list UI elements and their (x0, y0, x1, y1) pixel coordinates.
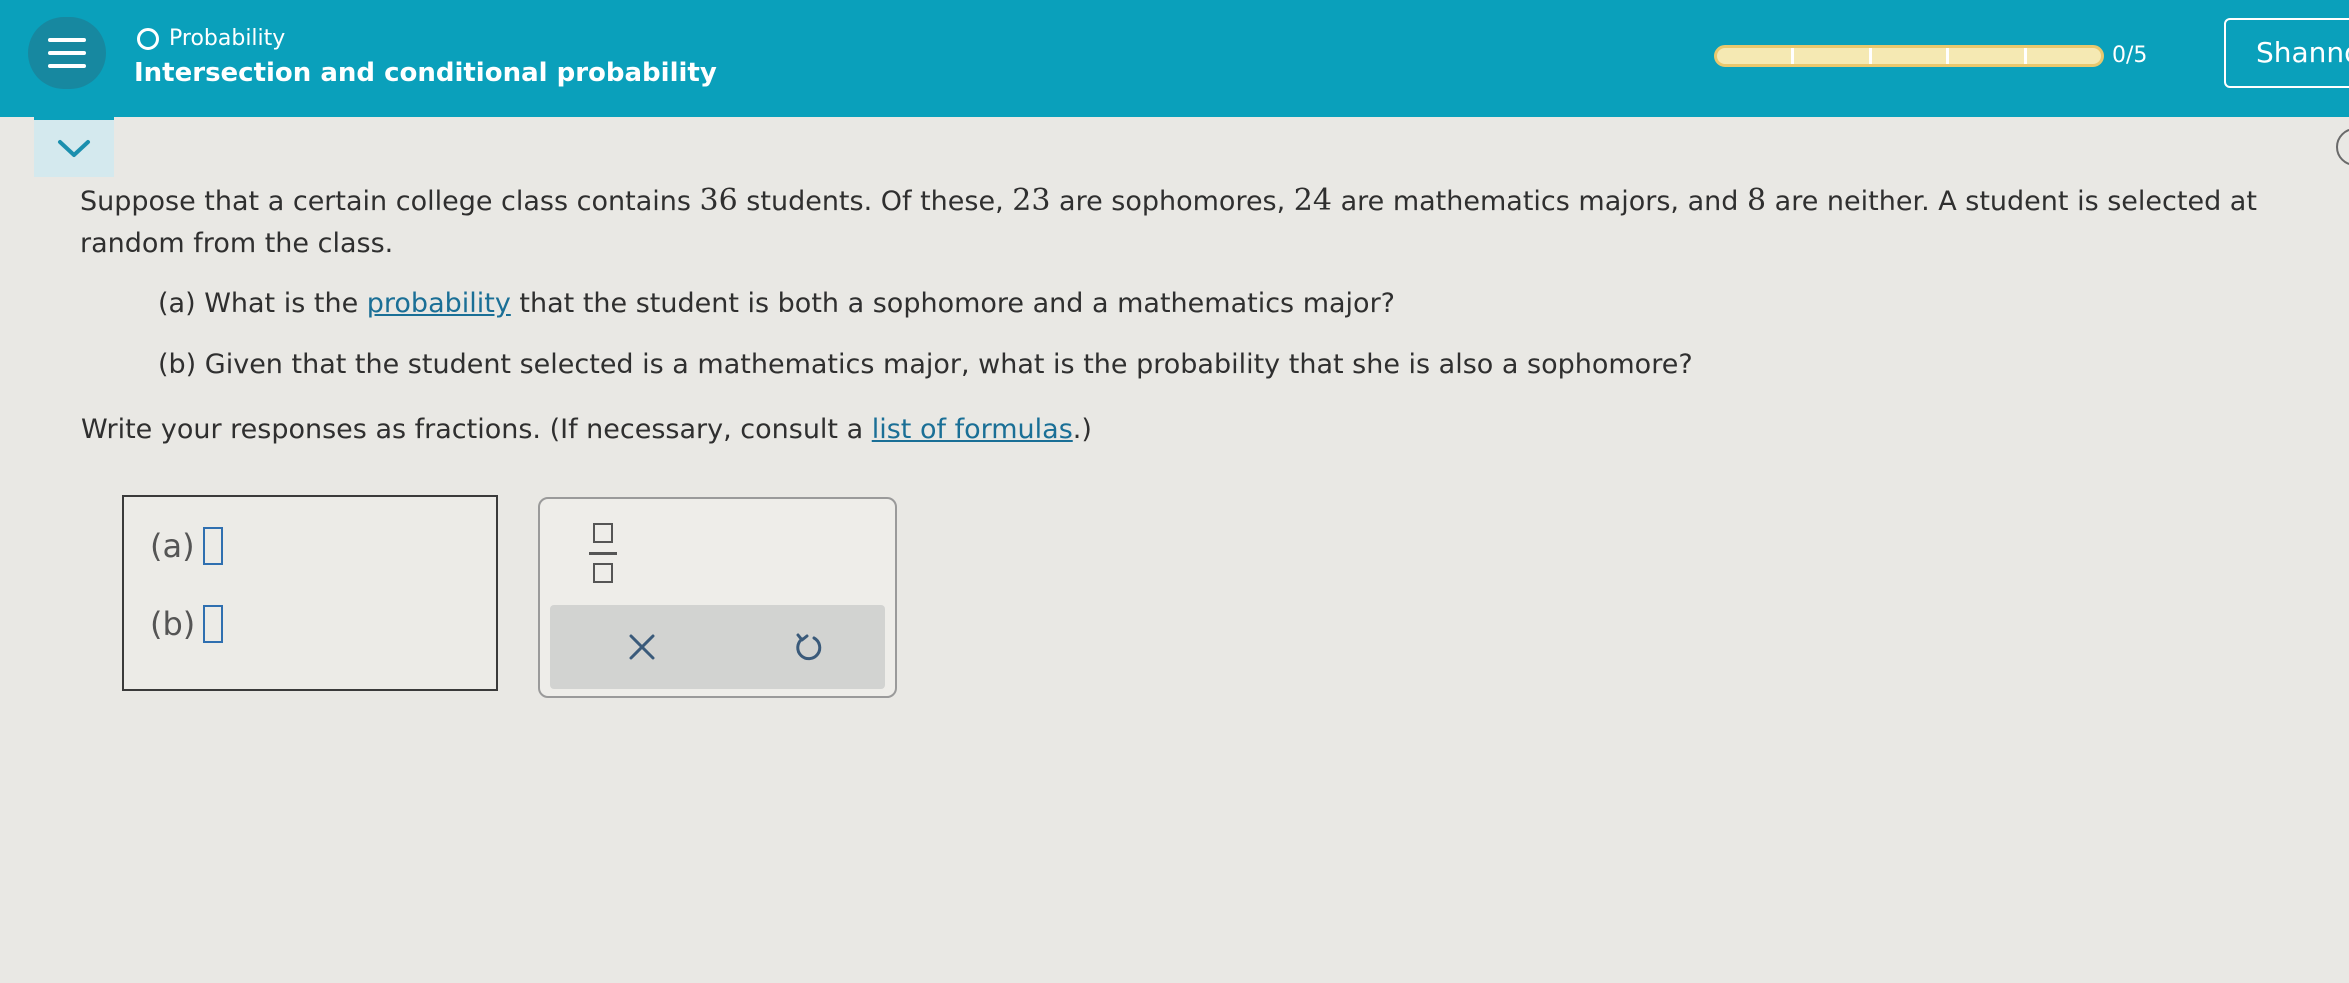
answer-box: (a) (b) (122, 495, 498, 691)
question-segment: are sophomores, (1050, 186, 1294, 217)
question-text: Suppose that a certain college class con… (80, 180, 2310, 265)
answer-input-b[interactable] (203, 605, 224, 643)
topic-status-icon (137, 27, 159, 50)
question-segment: students. Of these, (737, 186, 1013, 217)
question-part-a: (a) What is the probability that the stu… (158, 288, 1395, 319)
instruction-segment: .) (1072, 414, 1092, 445)
menu-button[interactable] (28, 17, 106, 89)
probability-link[interactable]: probability (367, 288, 511, 319)
fraction-icon[interactable] (586, 523, 620, 583)
collapse-toggle[interactable] (34, 117, 114, 177)
formulas-link[interactable]: list of formulas (872, 414, 1073, 445)
topic-label: Probability (137, 26, 285, 51)
progress-segment (1872, 48, 1950, 64)
sophomores-number: 23 (1012, 183, 1051, 218)
part-a-text: (a) What is the (158, 288, 367, 319)
answer-input-a[interactable] (202, 527, 223, 565)
answer-row-b: (b) (150, 605, 224, 643)
progress-segment (2027, 48, 2101, 64)
menu-icon-line (48, 64, 86, 68)
answer-row-a: (a) (150, 527, 223, 565)
progress-segment (1949, 48, 2027, 64)
fraction-denominator-box (593, 563, 613, 583)
top-bar: Probability Intersection and conditional… (0, 0, 2349, 117)
undo-button[interactable] (786, 625, 830, 669)
progress-segment (1794, 48, 1872, 64)
math-tool-panel (538, 497, 897, 698)
progress-segment (1717, 48, 1795, 64)
answer-label-a: (a) (150, 527, 195, 565)
total-students-number: 36 (699, 183, 738, 218)
question-segment: are mathematics majors, and (1331, 186, 1747, 217)
side-panel-toggle[interactable] (2336, 128, 2349, 166)
user-menu-button[interactable]: Shannon (2224, 18, 2349, 88)
clear-button[interactable] (620, 625, 664, 669)
question-segment: Suppose that a certain college class con… (80, 186, 700, 217)
answer-label-b: (b) (150, 605, 196, 643)
tool-actions-bar (550, 605, 885, 689)
fraction-numerator-box (593, 523, 613, 543)
instruction-segment: Write your responses as fractions. (If n… (81, 414, 872, 445)
progress-bar (1714, 45, 2104, 67)
instruction-text: Write your responses as fractions. (If n… (81, 414, 1092, 445)
undo-icon (796, 633, 822, 661)
topic-text: Probability (169, 26, 286, 51)
math-majors-number: 24 (1293, 183, 1332, 218)
fraction-bar (589, 551, 617, 555)
menu-icon-line (48, 38, 86, 42)
lesson-title: Intersection and conditional probability (134, 58, 717, 88)
menu-icon-line (48, 51, 86, 55)
chevron-down-icon (58, 139, 90, 157)
progress-score: 0/5 (2112, 43, 2148, 68)
neither-number: 8 (1746, 183, 1767, 218)
question-part-b: (b) Given that the student selected is a… (158, 349, 1693, 380)
close-icon (629, 634, 655, 660)
part-a-text: that the student is both a sophomore and… (510, 288, 1395, 319)
